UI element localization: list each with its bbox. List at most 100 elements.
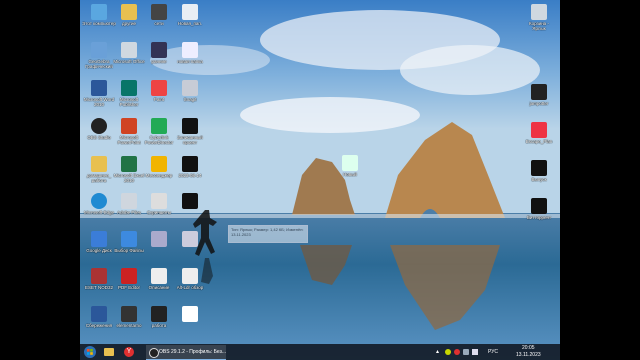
trash-icon	[531, 4, 547, 20]
publisher-icon	[121, 80, 137, 96]
language-indicator[interactable]: РУС	[488, 349, 498, 355]
doc-icon	[91, 306, 107, 322]
folder-icon	[91, 156, 107, 172]
app-icon	[91, 42, 107, 58]
desktop-icon[interactable]: сети	[142, 4, 176, 31]
app-icon	[151, 193, 167, 209]
video-icon	[182, 156, 198, 172]
tray-app-icon[interactable]	[445, 349, 451, 355]
folder-icon	[121, 231, 137, 247]
folder-icon	[121, 4, 137, 20]
desktop-icon[interactable]: Описание	[142, 268, 176, 295]
desktop-icon[interactable]: Microsoft Word 2010	[82, 80, 116, 107]
desktop-icon[interactable]: Google Диск	[82, 231, 116, 258]
clock-time[interactable]: 20:05	[522, 345, 535, 351]
desktop-icon[interactable]: ESET NOD32	[82, 268, 116, 295]
desktop-icon[interactable]	[173, 306, 207, 333]
start-button[interactable]	[83, 345, 97, 359]
desktop-icon[interactable]: Adobe Files	[112, 193, 146, 220]
app-icon	[151, 306, 167, 322]
tray-app-icon[interactable]	[454, 349, 460, 355]
dragged-item-silhouette	[193, 210, 217, 284]
video-icon	[531, 198, 547, 214]
network-icon[interactable]	[463, 349, 469, 355]
doc-icon	[182, 42, 198, 58]
desktop-icon[interactable]: Сбережения	[82, 306, 116, 333]
taskbar-pinned-yandex[interactable]: Y	[122, 345, 136, 359]
app-icon	[151, 156, 167, 172]
desktop-icon[interactable]: jampotter	[522, 84, 556, 111]
app-icon	[121, 306, 137, 322]
doc-icon	[182, 306, 198, 322]
excel-icon	[121, 156, 137, 172]
desktop-icon[interactable]: Snagit	[173, 80, 207, 107]
desktop-icon[interactable]: elementarno	[112, 306, 146, 333]
desktop-icon-floating[interactable]: Новый	[333, 155, 367, 182]
doc-icon	[342, 155, 358, 171]
desktop-icon[interactable]: Microsoft Publisher	[112, 80, 146, 107]
system-tray: ▴ РУС 20:05 13.11.2023	[436, 344, 556, 360]
paint-icon	[151, 80, 167, 96]
eset-icon	[91, 268, 107, 284]
doc-icon	[182, 4, 198, 20]
desktop-icon[interactable]: Новая_пап.	[173, 4, 207, 31]
desktop-icon[interactable]: Escape_Plan	[522, 122, 556, 149]
yandex-browser-icon: Y	[124, 347, 134, 357]
desktop-icon[interactable]: Paint	[142, 80, 176, 107]
desktop-icon[interactable]	[142, 231, 176, 258]
taskbar-pinned-explorer[interactable]	[102, 345, 116, 359]
app-icon	[531, 84, 547, 100]
computer-icon	[91, 4, 107, 20]
desktop-icon[interactable]: Корзина - Ярлык	[522, 4, 556, 31]
windows-logo-icon	[84, 346, 96, 358]
drive-icon	[91, 231, 107, 247]
app-icon	[121, 42, 137, 58]
app-icon	[531, 122, 547, 138]
app-icon	[182, 80, 198, 96]
pdf-icon	[121, 268, 137, 284]
taskbar: Y OBS 29.1.2 - Профиль: Без... ▴ РУС 20:…	[80, 344, 560, 360]
desktop-icon[interactable]: Выпуск	[522, 160, 556, 187]
desktop-icon[interactable]: Мессенджер	[142, 156, 176, 183]
app-icon	[151, 118, 167, 134]
desktop-icon[interactable]: Microsoft PowerPoint	[112, 118, 146, 145]
desktop-icon[interactable]: GeoGebra Графический	[82, 42, 116, 69]
desktop-icon[interactable]: PDF Editor	[112, 268, 146, 295]
app-icon	[151, 42, 167, 58]
desktop-icon[interactable]: Cyberlink PowerDirector	[142, 118, 176, 145]
clock-date[interactable]: 13.11.2023	[516, 352, 541, 358]
word-icon	[91, 80, 107, 96]
desktop-icon[interactable]: Записанный проект	[173, 118, 207, 145]
desktop-screen: Этот компьютер GeoGebra Графический Micr…	[80, 0, 560, 360]
network-icon	[151, 4, 167, 20]
obs-icon	[149, 348, 159, 358]
doc-icon	[151, 268, 167, 284]
desktop-icon[interactable]: домашнее_ работа	[82, 156, 116, 183]
app-icon	[151, 231, 167, 247]
desktop-icon[interactable]: другие	[112, 4, 146, 31]
chevron-up-icon[interactable]: ▴	[436, 348, 439, 355]
hover-tooltip: Тип: Ярлык; Размер: 1,42 КБ; Изменён: 13…	[228, 225, 308, 243]
desktop-icon[interactable]: Microsoft Office	[112, 42, 146, 69]
edge-icon	[91, 193, 107, 209]
ppt-icon	[121, 118, 137, 134]
desktop-icon[interactable]: Microsoft Excel 2010	[112, 156, 146, 183]
tray-icons[interactable]: ▴	[436, 348, 482, 356]
app-icon	[121, 193, 137, 209]
video-icon	[182, 193, 198, 209]
desktop-icon[interactable]: Microsoft Edge	[82, 193, 116, 220]
desktop-icon[interactable]: 2023-08-14	[173, 156, 207, 183]
folder-icon	[104, 348, 114, 356]
desktop-icon[interactable]: новая папка	[173, 42, 207, 69]
desktop-icon[interactable]: OBS Studio	[82, 118, 116, 145]
desktop-icon[interactable]: Битторрент	[522, 198, 556, 225]
desktop-icon[interactable]: ранние	[142, 42, 176, 69]
desktop-icon[interactable]: Выбор Файлы	[112, 231, 146, 258]
desktop-icon[interactable]: Скриншоты	[142, 193, 176, 220]
desktop-icon[interactable]: работа	[142, 306, 176, 333]
desktop-icon[interactable]: Этот компьютер	[82, 4, 116, 31]
taskbar-app-obs[interactable]: OBS 29.1.2 - Профиль: Без...	[146, 345, 226, 360]
video-icon	[531, 160, 547, 176]
obs-icon	[91, 118, 107, 134]
volume-icon[interactable]	[472, 349, 478, 355]
